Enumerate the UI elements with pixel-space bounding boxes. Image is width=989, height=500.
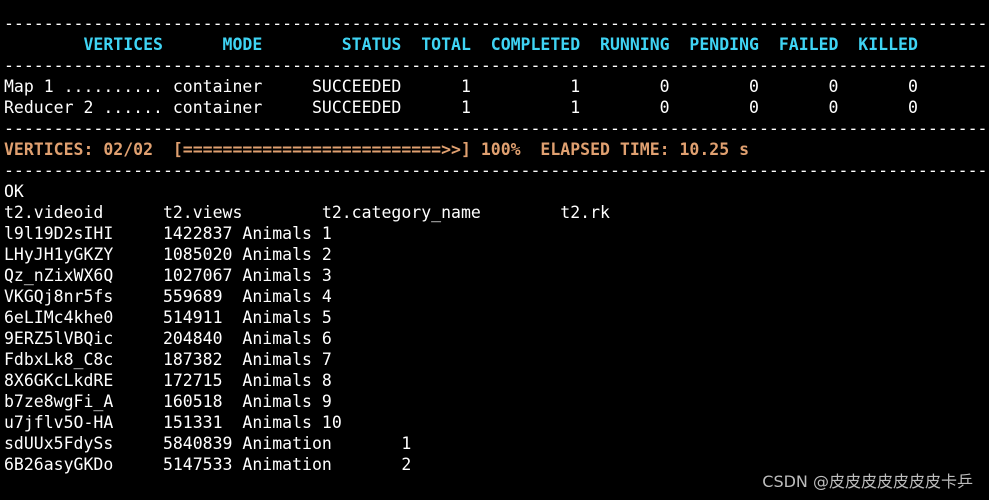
result-row: u7jflv5O-HA 151331 Animals 10 <box>4 413 342 432</box>
vertex-row-map: Map 1 .......... container SUCCEEDED 1 1… <box>4 77 918 96</box>
separator-line: ----------------------------------------… <box>4 56 989 75</box>
terminal-window[interactable]: ----------------------------------------… <box>0 0 989 500</box>
separator-line: ----------------------------------------… <box>4 161 989 180</box>
vertex-row-reducer: Reducer 2 ...... container SUCCEEDED 1 1… <box>4 98 918 117</box>
vertex-table-header: VERTICES MODE STATUS TOTAL COMPLETED RUN… <box>4 35 918 54</box>
separator-line: ----------------------------------------… <box>4 14 989 33</box>
result-row: FdbxLk8_C8c 187382 Animals 7 <box>4 350 332 369</box>
result-row: VKGQj8nr5fs 559689 Animals 4 <box>4 287 332 306</box>
result-row: Qz_nZixWX6Q 1027067 Animals 3 <box>4 266 332 285</box>
result-row: b7ze8wgFi_A 160518 Animals 9 <box>4 392 332 411</box>
terminal-output: ----------------------------------------… <box>4 13 989 475</box>
result-row: sdUUx5FdySs 5840839 Animation 1 <box>4 434 412 453</box>
result-columns-header: t2.videoid t2.views t2.category_name t2.… <box>4 203 610 222</box>
result-row: l9l19D2sIHI 1422837 Animals 1 <box>4 224 332 243</box>
status-line: OK <box>4 182 24 201</box>
csdn-watermark: CSDN @皮皮皮皮皮皮皮卡乒 <box>762 472 973 491</box>
result-row: 6eLIMc4khe0 514911 Animals 5 <box>4 308 332 327</box>
separator-line: ----------------------------------------… <box>4 119 989 138</box>
result-row: 8X6GKcLkdRE 172715 Animals 8 <box>4 371 332 390</box>
result-row: LHyJH1yGKZY 1085020 Animals 2 <box>4 245 332 264</box>
result-row: 9ERZ5lVBQic 204840 Animals 6 <box>4 329 332 348</box>
progress-line: VERTICES: 02/02 [=======================… <box>4 140 750 159</box>
